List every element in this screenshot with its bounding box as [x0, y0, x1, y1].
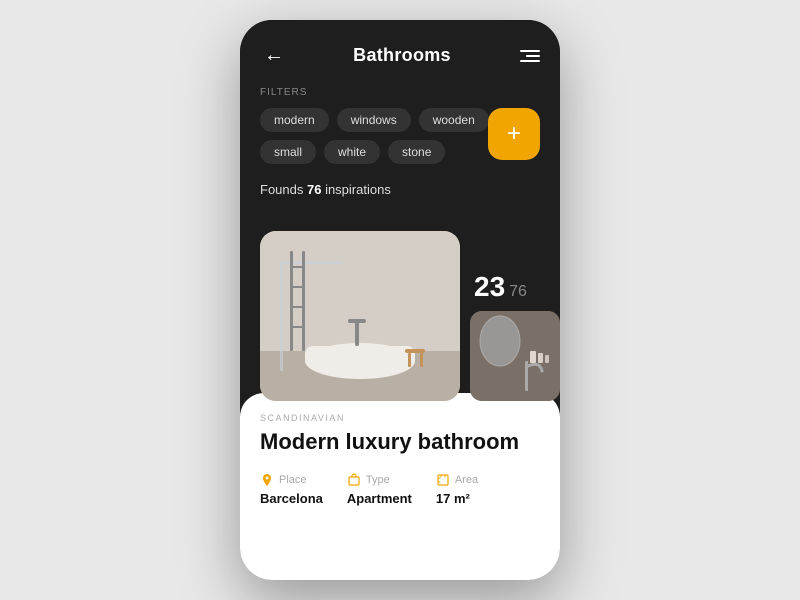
- side-panel: 23 76: [470, 271, 560, 401]
- counter: 23 76: [470, 271, 527, 303]
- found-count: Founds 76 inspirations: [260, 182, 540, 197]
- style-label: SCANDINAVIAN: [260, 413, 540, 423]
- filter-chip-wooden[interactable]: wooden: [419, 108, 489, 132]
- type-value: Apartment: [347, 491, 412, 506]
- main-image[interactable]: [260, 231, 460, 401]
- filter-chip-modern[interactable]: modern: [260, 108, 329, 132]
- phone-frame: ← Bathrooms FILTERS modern windows woode…: [240, 20, 560, 580]
- meta-area: Area 17 m²: [436, 473, 478, 506]
- menu-button[interactable]: [516, 50, 540, 62]
- area-icon: [436, 473, 450, 487]
- filter-chip-small[interactable]: small: [260, 140, 316, 164]
- meta-area-header: Area: [436, 473, 478, 487]
- filters-label: FILTERS: [260, 87, 540, 98]
- top-section: ← Bathrooms FILTERS modern windows woode…: [240, 20, 560, 231]
- header: ← Bathrooms: [260, 44, 540, 67]
- filter-chip-white[interactable]: white: [324, 140, 380, 164]
- back-button[interactable]: ←: [260, 44, 288, 67]
- page-title: Bathrooms: [353, 45, 451, 66]
- filter-chip-windows[interactable]: windows: [337, 108, 411, 132]
- filter-chip-stone[interactable]: stone: [388, 140, 445, 164]
- area-value: 17 m²: [436, 491, 478, 506]
- counter-current: 23: [474, 271, 505, 303]
- add-filter-button[interactable]: +: [488, 108, 540, 160]
- room-title: Modern luxury bathroom: [260, 429, 540, 455]
- place-key: Place: [279, 474, 307, 486]
- place-value: Barcelona: [260, 491, 323, 506]
- type-icon: [347, 473, 361, 487]
- found-prefix: Founds: [260, 182, 307, 197]
- found-suffix: inspirations: [321, 182, 390, 197]
- filters-container: modern windows wooden small white stone …: [260, 108, 540, 164]
- area-key: Area: [455, 474, 478, 486]
- place-icon: [260, 473, 274, 487]
- meta-place: Place Barcelona: [260, 473, 323, 506]
- bottom-card: SCANDINAVIAN Modern luxury bathroom Plac…: [240, 393, 560, 580]
- meta-row: Place Barcelona Type Apartment: [260, 473, 540, 506]
- meta-type-header: Type: [347, 473, 412, 487]
- counter-total: 76: [509, 283, 527, 301]
- side-image[interactable]: [470, 311, 560, 401]
- found-number: 76: [307, 182, 321, 197]
- meta-place-header: Place: [260, 473, 323, 487]
- images-section: 23 76: [240, 231, 560, 401]
- meta-type: Type Apartment: [347, 473, 412, 506]
- type-key: Type: [366, 474, 390, 486]
